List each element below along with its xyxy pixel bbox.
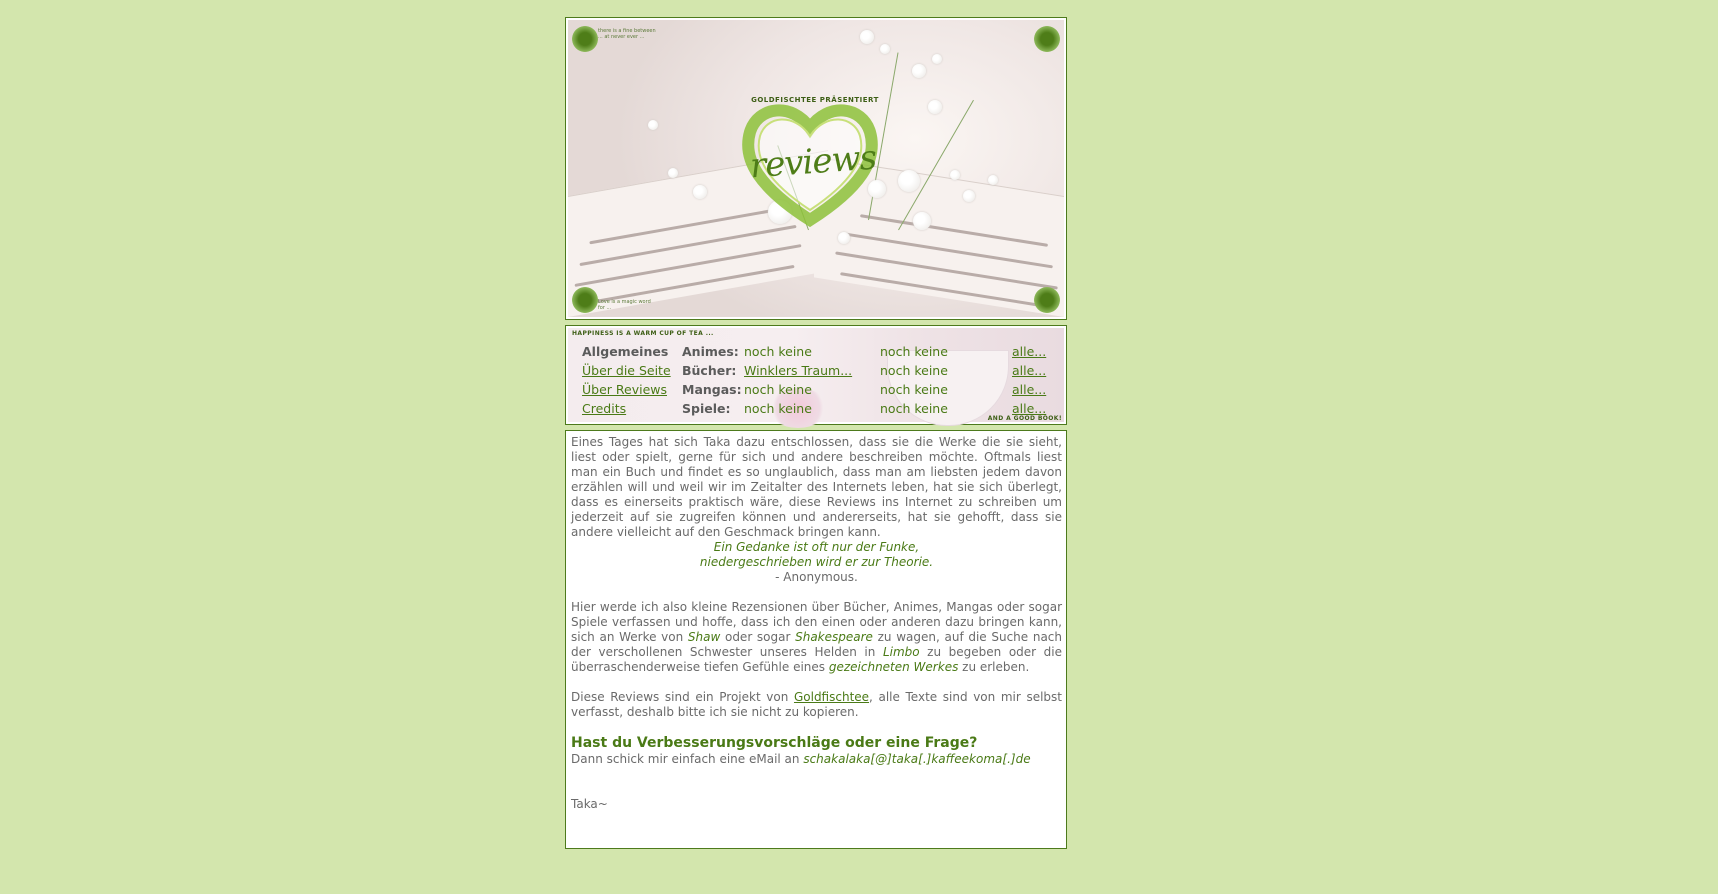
nav-row: Credits Spiele: noch keine noch keine al… [582,399,1052,418]
flower [932,54,942,64]
emphasis-shaw: Shaw [687,630,721,644]
all-mangas-link[interactable]: alle... [1012,382,1046,397]
category-label: Animes: [682,344,739,359]
text-segment: oder sogar [720,630,796,644]
text-segment: Dann schick mir einfach eine eMail an [571,752,804,766]
latest-review: noch keine [744,382,812,397]
latest-review: noch keine [744,344,812,359]
flower [963,190,975,202]
emphasis-limbo: Limbo [882,645,920,659]
mail-line: Dann schick mir einfach eine eMail an sc… [571,752,1062,767]
navigation-panel: HAPPINESS IS A WARM CUP OF TEA ... AND A… [565,325,1067,428]
flower [913,212,931,230]
emphasis-shakespeare: Shakespeare [795,630,873,644]
corner-text-top-left: there is a fine between ... at never eve… [598,28,656,40]
flower [912,64,926,78]
flower [693,185,707,199]
page-container: GOLDFISCHTEE PRÄSENTIERT reviews there i… [565,17,1067,849]
corner-flower-icon [1034,287,1060,313]
flower [668,168,678,178]
second-review: noch keine [880,401,948,416]
all-books-link[interactable]: alle... [1012,363,1046,378]
all-animes-link[interactable]: alle... [1012,344,1046,359]
flower [950,170,960,180]
content-panel: Eines Tages hat sich Taka dazu entschlos… [565,430,1067,849]
second-review: noch keine [880,363,948,378]
about-site-link[interactable]: Über die Seite [582,363,671,378]
quote-line: niedergeschrieben wird er zur Theorie. [699,555,934,569]
intro-paragraph: Eines Tages hat sich Taka dazu entschlos… [571,435,1062,539]
second-review: noch keine [880,382,948,397]
corner-flower-icon [1034,26,1060,52]
text-segment: zu erleben. [958,660,1030,674]
category-label: Spiele: [682,401,731,416]
nav-row: Über Reviews Mangas: noch keine noch kei… [582,380,1052,399]
category-label: Mangas: [682,382,742,397]
header-image: GOLDFISCHTEE PRÄSENTIERT reviews there i… [568,20,1064,317]
nav-heading: Allgemeines [582,344,669,359]
nav-tagline-top: HAPPINESS IS A WARM CUP OF TEA ... [572,330,714,337]
corner-text-bottom-left: Love is a magic word for ... [598,299,651,311]
category-label: Bücher: [682,363,737,378]
flower [838,232,850,244]
corner-flower-icon [572,287,598,313]
flower [880,44,890,54]
flower [648,120,658,130]
flower [860,30,874,44]
second-review: noch keine [880,344,948,359]
goldfischtee-link[interactable]: Goldfischtee [794,690,869,704]
quote-author: - Anonymous. [775,570,858,584]
header-banner: GOLDFISCHTEE PRÄSENTIERT reviews there i… [565,17,1067,320]
question-heading: Hast du Verbesserungsvorschläge oder ein… [571,735,978,751]
nav-table: Allgemeines Animes: noch keine noch kein… [582,342,1052,418]
latest-review: noch keine [744,401,812,416]
flower [988,175,998,185]
second-paragraph: Hier werde ich also kleine Rezensionen ü… [571,600,1062,675]
text-segment: Diese Reviews sind ein Projekt von [571,690,794,704]
navigation-background: HAPPINESS IS A WARM CUP OF TEA ... AND A… [568,328,1064,428]
emphasis-werkes: gezeichneten Werkes [828,660,959,674]
credits-link[interactable]: Credits [582,401,626,416]
signature: Taka~ [571,797,608,811]
about-reviews-link[interactable]: Über Reviews [582,382,667,397]
nav-row: Über die Seite Bücher: Winklers Traum...… [582,361,1052,380]
quote-line: Ein Gedanke ist oft nur der Funke, [713,540,920,554]
latest-book-review-link[interactable]: Winklers Traum... [744,363,852,378]
quote-block: Ein Gedanke ist oft nur der Funke, niede… [571,540,1062,585]
flower [898,170,920,192]
corner-flower-icon [572,26,598,52]
nav-row: Allgemeines Animes: noch keine noch kein… [582,342,1052,361]
all-games-link[interactable]: alle... [1012,401,1046,416]
third-paragraph: Diese Reviews sind ein Projekt von Goldf… [571,690,1062,720]
email-address: schakalaka[@]taka[.]kaffeekoma[.]de [803,752,1031,766]
flower [928,100,942,114]
